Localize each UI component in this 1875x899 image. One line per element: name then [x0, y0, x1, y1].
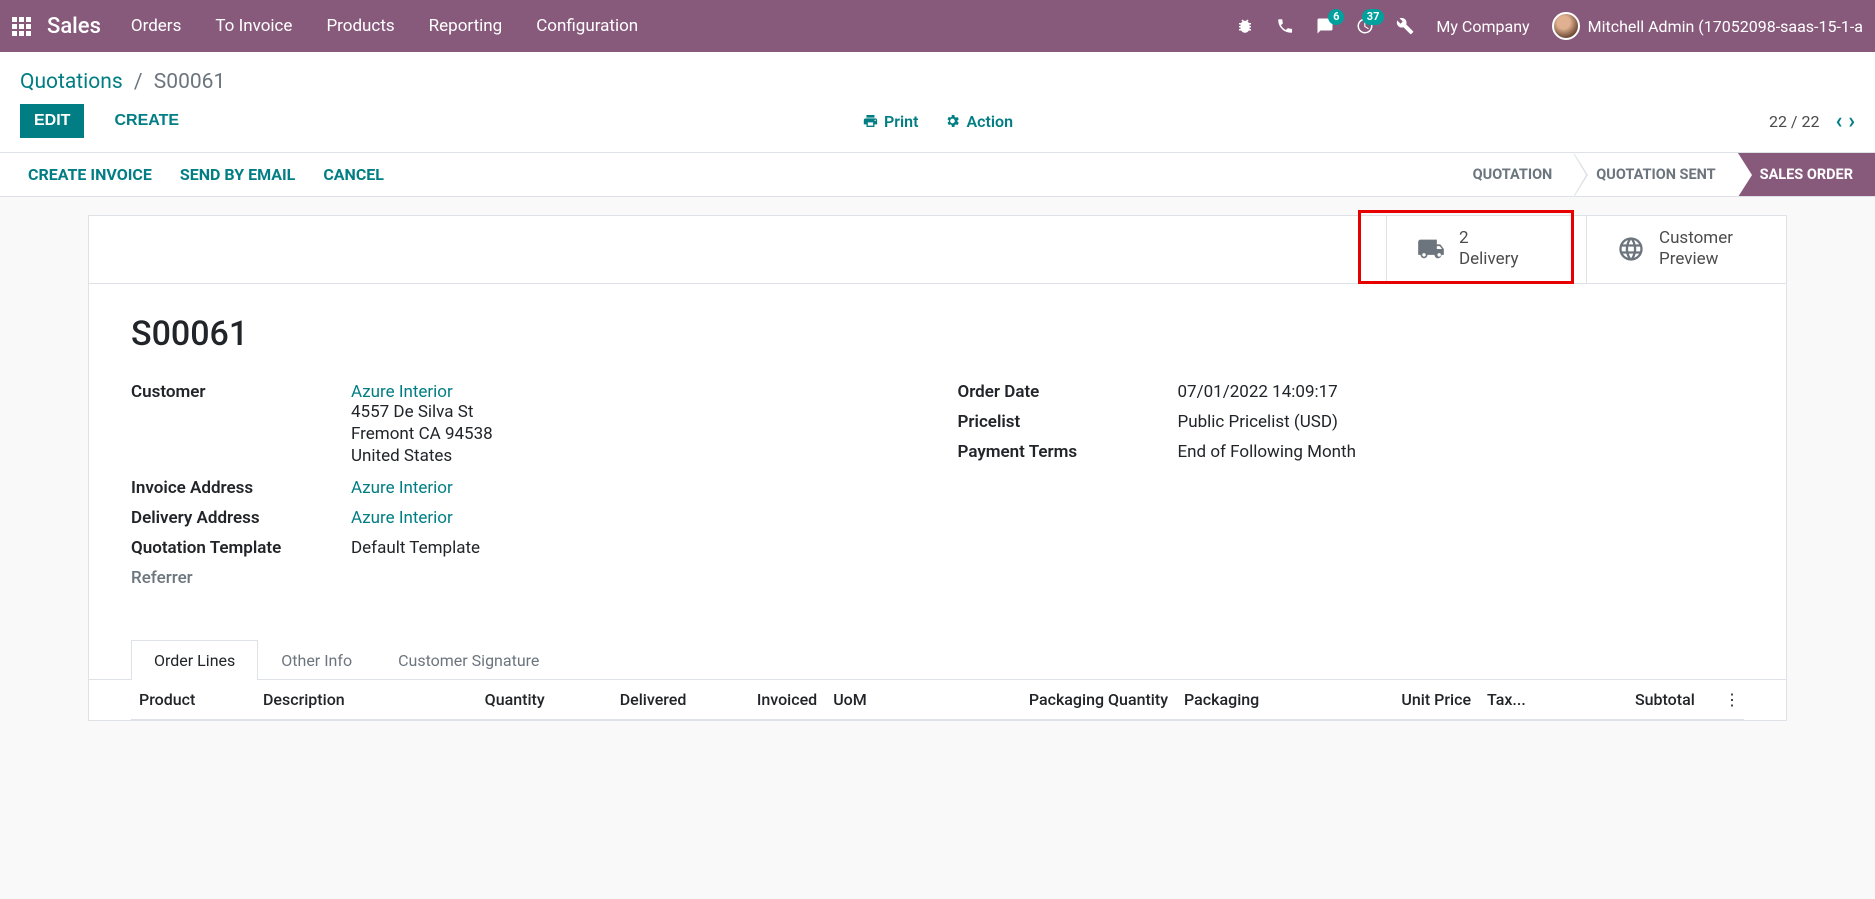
pager-next[interactable]: › [1848, 109, 1855, 134]
tab-order-lines[interactable]: Order Lines [131, 640, 258, 680]
th-taxes[interactable]: Tax... [1479, 680, 1573, 720]
th-pack-qty[interactable]: Packaging Quantity [910, 680, 1176, 720]
bug-icon[interactable] [1236, 17, 1254, 35]
preview-line1: Customer [1659, 228, 1733, 249]
kebab-icon: ⋮ [1724, 690, 1740, 709]
template-label: Quotation Template [131, 538, 351, 558]
delivery-label: Delivery [1459, 249, 1519, 270]
th-quantity[interactable]: Quantity [422, 680, 552, 720]
breadcrumb: Quotations / S00061 [20, 70, 225, 94]
tools-icon[interactable] [1396, 17, 1414, 35]
create-button[interactable]: CREATE [100, 104, 193, 138]
preview-line2: Preview [1659, 249, 1733, 270]
nav-systray: 6 37 My Company Mitchell Admin (17052098… [1236, 12, 1863, 40]
print-icon [862, 113, 878, 129]
main-navbar: Sales Orders To Invoice Products Reporti… [0, 0, 1875, 52]
cancel-button[interactable]: CANCEL [323, 165, 384, 184]
delivery-count: 2 [1459, 228, 1519, 249]
pager-text: 22 / 22 [1769, 112, 1820, 131]
status-bar: CREATE INVOICE SEND BY EMAIL CANCEL QUOT… [0, 153, 1875, 197]
th-unit-price[interactable]: Unit Price [1332, 680, 1479, 720]
customer-preview-button[interactable]: Customer Preview [1586, 216, 1786, 283]
customer-value[interactable]: Azure Interior [351, 382, 493, 402]
tab-customer-signature[interactable]: Customer Signature [375, 640, 562, 680]
globe-icon [1617, 235, 1645, 263]
order-date-label: Order Date [958, 382, 1178, 402]
order-lines-table: Product Description Quantity Delivered I… [131, 680, 1744, 720]
payment-terms-label: Payment Terms [958, 442, 1178, 462]
apps-menu-icon[interactable] [12, 17, 31, 36]
gear-icon [944, 113, 960, 129]
action-button[interactable]: Action [944, 112, 1013, 131]
th-product[interactable]: Product [131, 680, 255, 720]
right-column: Order Date 07/01/2022 14:09:17 Pricelist… [958, 382, 1745, 598]
breadcrumb-sep: / [134, 70, 143, 94]
activities-badge: 37 [1362, 9, 1385, 25]
order-date-value: 07/01/2022 14:09:17 [1178, 382, 1338, 402]
invoice-addr-label: Invoice Address [131, 478, 351, 498]
left-column: Customer Azure Interior 4557 De Silva St… [131, 382, 918, 598]
pricelist-label: Pricelist [958, 412, 1178, 432]
truck-icon [1417, 235, 1445, 263]
delivery-stat-button[interactable]: 2 Delivery [1386, 216, 1586, 283]
nav-products[interactable]: Products [326, 16, 394, 36]
tab-other-info[interactable]: Other Info [258, 640, 375, 680]
breadcrumb-parent[interactable]: Quotations [20, 70, 123, 94]
user-name: Mitchell Admin (17052098-saas-15-1-a [1588, 17, 1863, 36]
referrer-label: Referrer [131, 568, 351, 588]
phone-icon[interactable] [1276, 17, 1294, 35]
th-uom[interactable]: UoM [825, 680, 910, 720]
nav-menu: Orders To Invoice Products Reporting Con… [131, 16, 638, 36]
company-switcher[interactable]: My Company [1436, 17, 1529, 36]
addr-line1: 4557 De Silva St [351, 402, 493, 422]
th-invoiced[interactable]: Invoiced [694, 680, 825, 720]
control-panel: Quotations / S00061 EDIT CREATE Print Ac… [0, 52, 1875, 153]
status-sales-order[interactable]: SALES ORDER [1738, 153, 1875, 196]
pricelist-value: Public Pricelist (USD) [1178, 412, 1338, 432]
th-options[interactable]: ⋮ [1703, 680, 1744, 720]
th-subtotal[interactable]: Subtotal [1573, 680, 1703, 720]
nav-to-invoice[interactable]: To Invoice [215, 16, 292, 36]
th-description[interactable]: Description [255, 680, 422, 720]
addr-line2: Fremont CA 94538 [351, 424, 493, 444]
notebook-tabs: Order Lines Other Info Customer Signatur… [89, 640, 1786, 680]
addr-line3: United States [351, 446, 493, 466]
activities-icon[interactable]: 37 [1356, 17, 1374, 35]
invoice-addr-value[interactable]: Azure Interior [351, 478, 453, 498]
nav-configuration[interactable]: Configuration [536, 16, 638, 36]
edit-button[interactable]: EDIT [20, 104, 84, 138]
nav-orders[interactable]: Orders [131, 16, 181, 36]
payment-terms-value: End of Following Month [1178, 442, 1356, 462]
print-button[interactable]: Print [862, 112, 919, 131]
customer-label: Customer [131, 382, 351, 468]
send-email-button[interactable]: SEND BY EMAIL [180, 165, 295, 184]
form-sheet: 2 Delivery Customer Preview S00061 Custo… [88, 215, 1787, 721]
th-delivered[interactable]: Delivered [553, 680, 695, 720]
create-invoice-button[interactable]: CREATE INVOICE [28, 165, 152, 184]
messages-badge: 6 [1328, 9, 1344, 25]
pager-prev[interactable]: ‹ [1835, 109, 1842, 134]
record-title: S00061 [131, 314, 1744, 354]
status-quotation[interactable]: QUOTATION [1451, 153, 1575, 196]
template-value: Default Template [351, 538, 480, 558]
messages-icon[interactable]: 6 [1316, 17, 1334, 35]
breadcrumb-current: S00061 [154, 70, 225, 94]
avatar [1552, 12, 1580, 40]
stat-button-box: 2 Delivery Customer Preview [89, 216, 1786, 284]
delivery-addr-value[interactable]: Azure Interior [351, 508, 453, 528]
status-quotation-sent[interactable]: QUOTATION SENT [1574, 153, 1737, 196]
th-packaging[interactable]: Packaging [1176, 680, 1332, 720]
app-brand[interactable]: Sales [47, 14, 101, 39]
delivery-addr-label: Delivery Address [131, 508, 351, 528]
nav-reporting[interactable]: Reporting [429, 16, 503, 36]
user-menu[interactable]: Mitchell Admin (17052098-saas-15-1-a [1552, 12, 1863, 40]
